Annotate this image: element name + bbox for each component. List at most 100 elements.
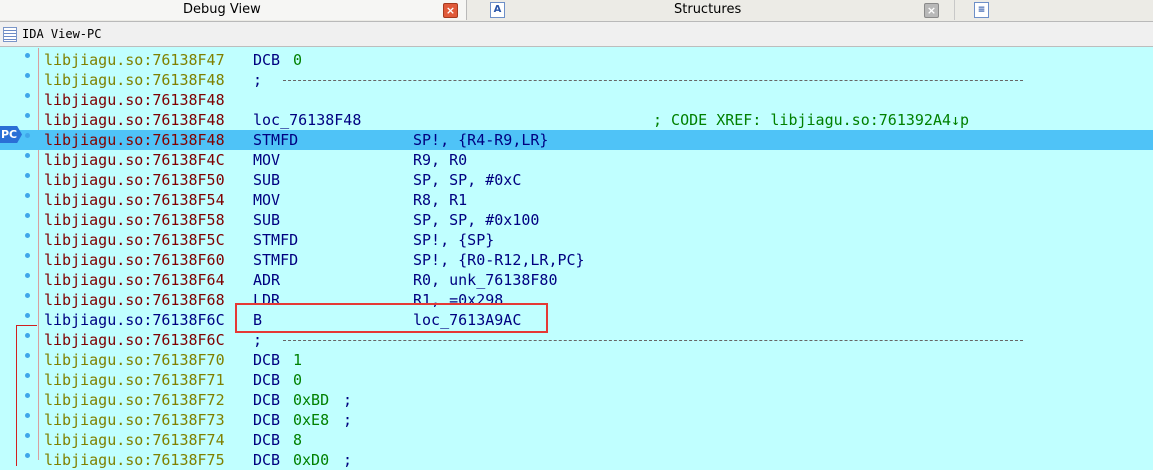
address[interactable]: libjiagu.so:76138F74 <box>44 430 225 450</box>
listing-row[interactable]: libjiagu.so:76138F6C; <box>0 330 1153 350</box>
address[interactable]: libjiagu.so:76138F64 <box>44 270 225 290</box>
mnemonic[interactable]: SUB <box>253 170 280 190</box>
operands[interactable]: R8, R1 <box>413 190 467 210</box>
operands[interactable]: SP!, {SP} <box>413 230 494 250</box>
operands[interactable]: SP, SP, #0x100 <box>413 210 539 230</box>
breakpoint-dot-icon[interactable] <box>25 93 30 98</box>
address[interactable]: libjiagu.so:76138F71 <box>44 370 225 390</box>
address[interactable]: libjiagu.so:76138F48 <box>44 110 225 130</box>
listing-row[interactable]: libjiagu.so:76138F48 STMFD SP!, {R4-R9,LR} <box>0 130 1153 150</box>
breakpoint-dot-icon[interactable] <box>25 253 30 258</box>
highlight-box <box>235 303 548 333</box>
address[interactable]: libjiagu.so:76138F50 <box>44 170 225 190</box>
listing-row[interactable]: libjiagu.so:76138F72 DCB 0xBD; <box>0 390 1153 410</box>
listing-row[interactable]: libjiagu.so:76138F60 STMFD SP!, {R0-R12,LR… <box>0 250 1153 270</box>
structures-icon: A <box>490 2 505 18</box>
mnemonic: DCB <box>253 391 281 409</box>
breakpoint-dot-icon[interactable] <box>25 193 30 198</box>
disassembly-listing[interactable]: libjiagu.so:76138F47 DCB 0 libjiagu.so:7613… <box>0 48 1153 469</box>
byte-value[interactable]: 0xE8 <box>293 410 329 430</box>
comment: ; <box>343 391 353 409</box>
listing-row[interactable]: libjiagu.so:76138F70 DCB 1 <box>0 350 1153 370</box>
mnemonic: DCB <box>253 431 281 449</box>
byte-value[interactable]: 8 <box>293 430 302 450</box>
listing-row[interactable]: libjiagu.so:76138F5C STMFD SP!, {SP} <box>0 230 1153 250</box>
mnemonic[interactable]: STMFD <box>253 250 298 270</box>
tab-debug-view[interactable]: Debug View × <box>0 0 467 20</box>
listing-row[interactable]: libjiagu.so:76138F58 SUB SP, SP, #0x100 <box>0 210 1153 230</box>
breakpoint-dot-icon[interactable] <box>25 233 30 238</box>
breakpoint-dot-icon[interactable] <box>25 173 30 178</box>
address[interactable]: libjiagu.so:76138F75 <box>44 450 225 470</box>
address[interactable]: libjiagu.so:76138F4C <box>44 150 225 170</box>
address[interactable]: libjiagu.so:76138F48 <box>44 130 225 150</box>
address[interactable]: libjiagu.so:76138F54 <box>44 190 225 210</box>
listing-row[interactable]: libjiagu.so:76138F54 MOV R8, R1 <box>0 190 1153 210</box>
operands[interactable]: SP!, {R4-R9,LR} <box>413 130 548 150</box>
close-icon[interactable]: × <box>924 3 939 18</box>
mnemonic[interactable]: STMFD <box>253 130 298 150</box>
address[interactable]: libjiagu.so:76138F68 <box>44 290 225 310</box>
listing-row[interactable]: libjiagu.so:76138F47 DCB 0 <box>0 50 1153 70</box>
breakpoint-dot-icon[interactable] <box>25 273 30 278</box>
address[interactable]: libjiagu.so:76138F6C <box>44 330 225 350</box>
tab-enums[interactable]: ≡ <box>968 0 1008 20</box>
mnemonic[interactable]: STMFD <box>253 230 298 250</box>
address[interactable]: libjiagu.so:76138F73 <box>44 410 225 430</box>
comment: ; <box>253 71 263 89</box>
address[interactable]: libjiagu.so:76138F5C <box>44 230 225 250</box>
listing-row[interactable]: libjiagu.so:76138F48 loc_76138F48 ; CODE X… <box>0 110 1153 130</box>
breakpoint-dot-icon[interactable] <box>25 133 30 138</box>
breakpoint-dot-icon[interactable] <box>25 113 30 118</box>
listing-row[interactable]: libjiagu.so:76138F68 LDR R1, =0x298 <box>0 290 1153 310</box>
breakpoint-dot-icon[interactable] <box>25 73 30 78</box>
listing-row[interactable]: libjiagu.so:76138F6C Bloc_7613A9AC <box>0 310 1153 330</box>
breakpoint-dot-icon[interactable] <box>25 153 30 158</box>
code-label[interactable]: loc_76138F48 <box>253 110 361 130</box>
listing-row[interactable]: libjiagu.so:76138F75 DCB 0xD0; <box>0 450 1153 470</box>
address[interactable]: libjiagu.so:76138F6C <box>44 310 225 330</box>
breakpoint-dot-icon[interactable] <box>25 293 30 298</box>
mnemonic[interactable]: ADR <box>253 270 280 290</box>
address[interactable]: libjiagu.so:76138F70 <box>44 350 225 370</box>
address[interactable]: libjiagu.so:76138F48 <box>44 70 225 90</box>
address[interactable]: libjiagu.so:76138F72 <box>44 390 225 410</box>
byte-value[interactable]: 0xBD <box>293 390 329 410</box>
view-header: IDA View-PC <box>0 22 1153 47</box>
mnemonic[interactable]: MOV <box>253 150 280 170</box>
listing-row[interactable]: libjiagu.so:76138F73 DCB 0xE8; <box>0 410 1153 430</box>
breakpoint-dot-icon[interactable] <box>25 213 30 218</box>
operands[interactable]: R9, R0 <box>413 150 467 170</box>
breakpoint-dot-icon[interactable] <box>25 313 30 318</box>
tab-structures[interactable]: A Structures × <box>484 0 955 20</box>
mnemonic: DCB <box>253 371 281 389</box>
listing-icon <box>3 27 17 42</box>
listing-row[interactable]: libjiagu.so:76138F64 ADR R0, unk_76138F80 <box>0 270 1153 290</box>
comment: ; <box>253 331 263 349</box>
byte-value[interactable]: 0xD0 <box>293 450 329 470</box>
address[interactable]: libjiagu.so:76138F60 <box>44 250 225 270</box>
separator-line <box>283 80 1023 81</box>
address[interactable]: libjiagu.so:76138F48 <box>44 90 225 110</box>
mnemonic[interactable]: SUB <box>253 210 280 230</box>
mnemonic[interactable]: MOV <box>253 190 280 210</box>
xref-comment[interactable]: ; CODE XREF: libjiagu.so:761392A4↓p <box>653 110 969 130</box>
listing-row[interactable]: libjiagu.so:76138F48; <box>0 70 1153 90</box>
address[interactable]: libjiagu.so:76138F58 <box>44 210 225 230</box>
listing-row[interactable]: libjiagu.so:76138F71 DCB 0 <box>0 370 1153 390</box>
operands[interactable]: R0, unk_76138F80 <box>413 270 558 290</box>
operands[interactable]: SP!, {R0-R12,LR,PC} <box>413 250 585 270</box>
listing-row[interactable]: libjiagu.so:76138F50 SUB SP, SP, #0xC <box>0 170 1153 190</box>
byte-value[interactable]: 1 <box>293 350 302 370</box>
close-icon[interactable]: × <box>443 3 458 18</box>
byte-value[interactable]: 0 <box>293 50 302 70</box>
tab-label: Debug View <box>183 2 261 17</box>
listing-row[interactable]: libjiagu.so:76138F74 DCB 8 <box>0 430 1153 450</box>
byte-value[interactable]: 0 <box>293 370 302 390</box>
listing-row[interactable]: libjiagu.so:76138F48 <box>0 90 1153 110</box>
listing-row[interactable]: libjiagu.so:76138F4C MOV R9, R0 <box>0 150 1153 170</box>
operands[interactable]: SP, SP, #0xC <box>413 170 521 190</box>
breakpoint-dot-icon[interactable] <box>25 53 30 58</box>
address[interactable]: libjiagu.so:76138F47 <box>44 50 225 70</box>
tab-bar: Debug View × A Structures × ≡ <box>0 0 1153 22</box>
